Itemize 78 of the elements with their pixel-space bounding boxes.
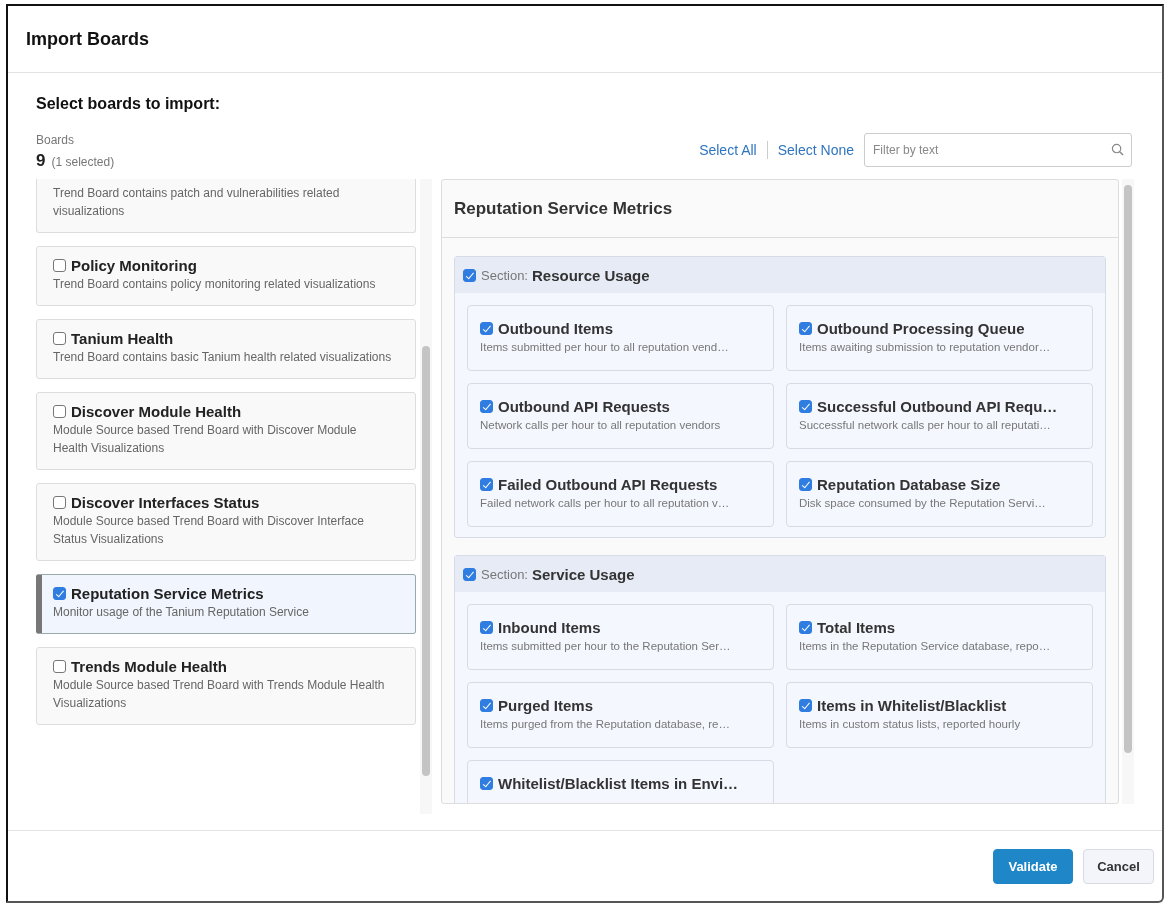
board-card[interactable]: Trend Board contains patch and vulnerabilities related visualizations: [36, 179, 416, 233]
board-card[interactable]: Discover Interfaces Status Module Source based Trend Board with Discover Interface Status Visualizations: [36, 483, 416, 561]
select-all-link[interactable]: Select All: [699, 142, 757, 158]
panel-title: Outbound API Requests: [498, 398, 670, 415]
panel-description: Disk space consumed by the Reputation Servi…: [799, 497, 1047, 509]
panel-title: Purged Items: [498, 697, 594, 714]
search-icon: [1111, 143, 1124, 156]
panel-description: Items awaiting submission to reputation vendor…: [799, 341, 1052, 353]
section-prefix: Section:: [481, 566, 528, 582]
checkbox[interactable]: [53, 587, 66, 600]
board-card[interactable]: Discover Module Health Module Source based Trend Board with Discover Module Health Visualizations: [36, 392, 416, 470]
panel-description: Items in the Reputation Service database, repo…: [799, 640, 1052, 652]
panel-description: Items submitted per hour to all reputation vend…: [480, 341, 730, 353]
board-card[interactable]: Policy Monitoring Trend Board contains policy monitoring related visualizations: [36, 246, 416, 306]
panel-title: Successful Outbound API Requ…: [817, 398, 1058, 415]
board-title: Discover Module Health: [71, 403, 242, 420]
panel-title: Outbound Items: [498, 320, 613, 337]
checkbox[interactable]: [799, 400, 812, 413]
board-description: Trend Board contains basic Tanium health related visualizations: [53, 349, 393, 366]
board-title: Policy Monitoring: [71, 257, 197, 274]
panel-title: Items in Whitelist/Blacklist: [817, 697, 1007, 714]
panel-description: Successful network calls per hour to all reputati…: [799, 419, 1052, 431]
checkbox[interactable]: [53, 496, 66, 509]
checkbox[interactable]: [53, 332, 66, 345]
cancel-button[interactable]: Cancel: [1083, 848, 1154, 884]
checkbox[interactable]: [463, 268, 476, 282]
section-name: Resource Usage: [532, 266, 650, 284]
checkbox[interactable]: [480, 322, 493, 335]
panel-description: Items submitted per hour to the Reputation Ser…: [480, 640, 732, 652]
panel-title: Outbound Processing Queue: [817, 320, 1025, 337]
section-prefix: Section:: [481, 267, 528, 283]
panel-title: Whitelist/Blacklist Items in Envi…: [498, 775, 739, 792]
board-title: Trends Module Health: [71, 658, 227, 675]
board-title: Tanium Health: [71, 330, 174, 347]
panel-description: Failed network calls per hour to all reputation v…: [480, 497, 731, 509]
checkbox[interactable]: [480, 400, 493, 413]
checkbox[interactable]: [799, 478, 812, 491]
panel-description: Items purged from the Reputation database, re…: [480, 718, 731, 730]
board-title: Reputation Service Metrics: [454, 198, 673, 219]
checkbox[interactable]: [480, 699, 493, 712]
board-description: Module Source based Trend Board with Discover Interface Status Visualizations: [53, 513, 365, 548]
board-description: Trend Board contains policy monitoring related visualizations: [53, 276, 377, 293]
panel-description: Items in custom status lists, reported hourly: [799, 718, 1022, 730]
section-heading: Select boards to import:: [36, 95, 222, 113]
checkbox[interactable]: [799, 699, 812, 712]
boards-label: Boards: [36, 133, 76, 147]
checkbox[interactable]: [463, 567, 476, 581]
checkbox[interactable]: [480, 478, 493, 491]
panel-title: Total Items: [817, 619, 896, 636]
filter-field[interactable]: Filter by text: [864, 133, 1132, 167]
board-card[interactable]: Tanium Health Trend Board contains basic Tanium health related visualizations: [36, 319, 416, 379]
board-card[interactable]: Trends Module Health Module Source based Trend Board with Trends Module Health Visualizations: [36, 647, 416, 725]
checkbox[interactable]: [799, 621, 812, 634]
checkbox[interactable]: [480, 621, 493, 634]
panel-description: Network calls per hour to all reputation vendors: [480, 419, 722, 431]
checkbox[interactable]: [53, 660, 66, 673]
checkbox[interactable]: [799, 322, 812, 335]
board-card[interactable]: Reputation Service Metrics Monitor usage of the Tanium Reputation Service: [36, 574, 416, 634]
checkbox[interactable]: [53, 259, 66, 272]
scrollbar-thumb[interactable]: [422, 346, 430, 776]
scrollbar-thumb[interactable]: [1124, 185, 1132, 753]
board-description: Trend Board contains patch and vulnerabilities related visualizations: [53, 185, 341, 220]
section-name: Service Usage: [532, 565, 635, 583]
board-description: Module Source based Trend Board with Discover Module Health Visualizations: [53, 422, 358, 457]
panel-title: Inbound Items: [498, 619, 601, 636]
board-description: Monitor usage of the Tanium Reputation Service: [53, 604, 310, 621]
panel-title: Reputation Database Size: [817, 476, 1001, 493]
checkbox[interactable]: [53, 405, 66, 418]
checkbox[interactable]: [480, 777, 493, 790]
board-description: Module Source based Trend Board with Trends Module Health Visualizations: [53, 677, 386, 712]
dialog-title: Import Boards: [26, 28, 149, 50]
board-title: Reputation Service Metrics: [71, 585, 264, 602]
validate-button[interactable]: Validate: [993, 848, 1073, 884]
selected-count: (1 selected): [51, 155, 115, 169]
board-count: 9: [36, 151, 46, 170]
board-title: Discover Interfaces Status: [71, 494, 260, 511]
select-none-link[interactable]: Select None: [777, 142, 854, 158]
panel-title: Failed Outbound API Requests: [498, 476, 718, 493]
